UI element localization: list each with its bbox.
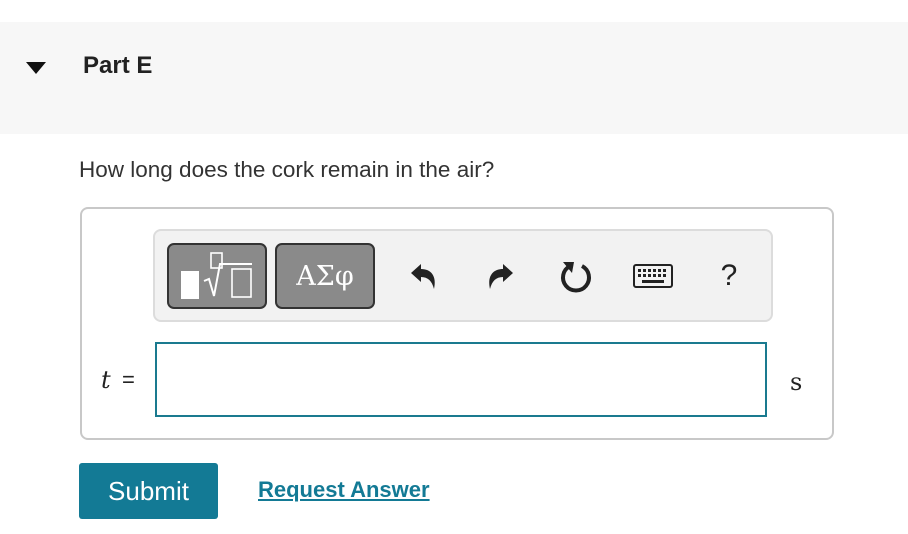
caret-down-icon[interactable] (26, 62, 46, 74)
undo-button[interactable] (400, 251, 448, 301)
reset-button[interactable] (552, 251, 600, 301)
help-button[interactable]: ? (705, 251, 753, 301)
unit-label: s (790, 368, 803, 396)
math-toolbar: ΑΣφ ? (153, 229, 773, 322)
request-answer-link[interactable]: Request Answer (258, 477, 430, 503)
variable-label: t (101, 366, 111, 394)
equals-sign: = (122, 367, 135, 392)
keyboard-icon (633, 264, 673, 288)
undo-icon (411, 264, 435, 289)
submit-button[interactable]: Submit (79, 463, 218, 519)
redo-button[interactable] (476, 251, 524, 301)
symbols-button[interactable]: ΑΣφ (275, 243, 375, 309)
redo-icon (489, 264, 513, 289)
answer-input[interactable] (155, 342, 767, 417)
templates-root-icon (181, 252, 252, 299)
part-title: Part E (83, 52, 153, 79)
reset-icon (561, 262, 591, 293)
keyboard-button[interactable] (629, 251, 677, 301)
templates-button[interactable] (167, 243, 267, 309)
question-text: How long does the cork remain in the air… (79, 157, 495, 182)
